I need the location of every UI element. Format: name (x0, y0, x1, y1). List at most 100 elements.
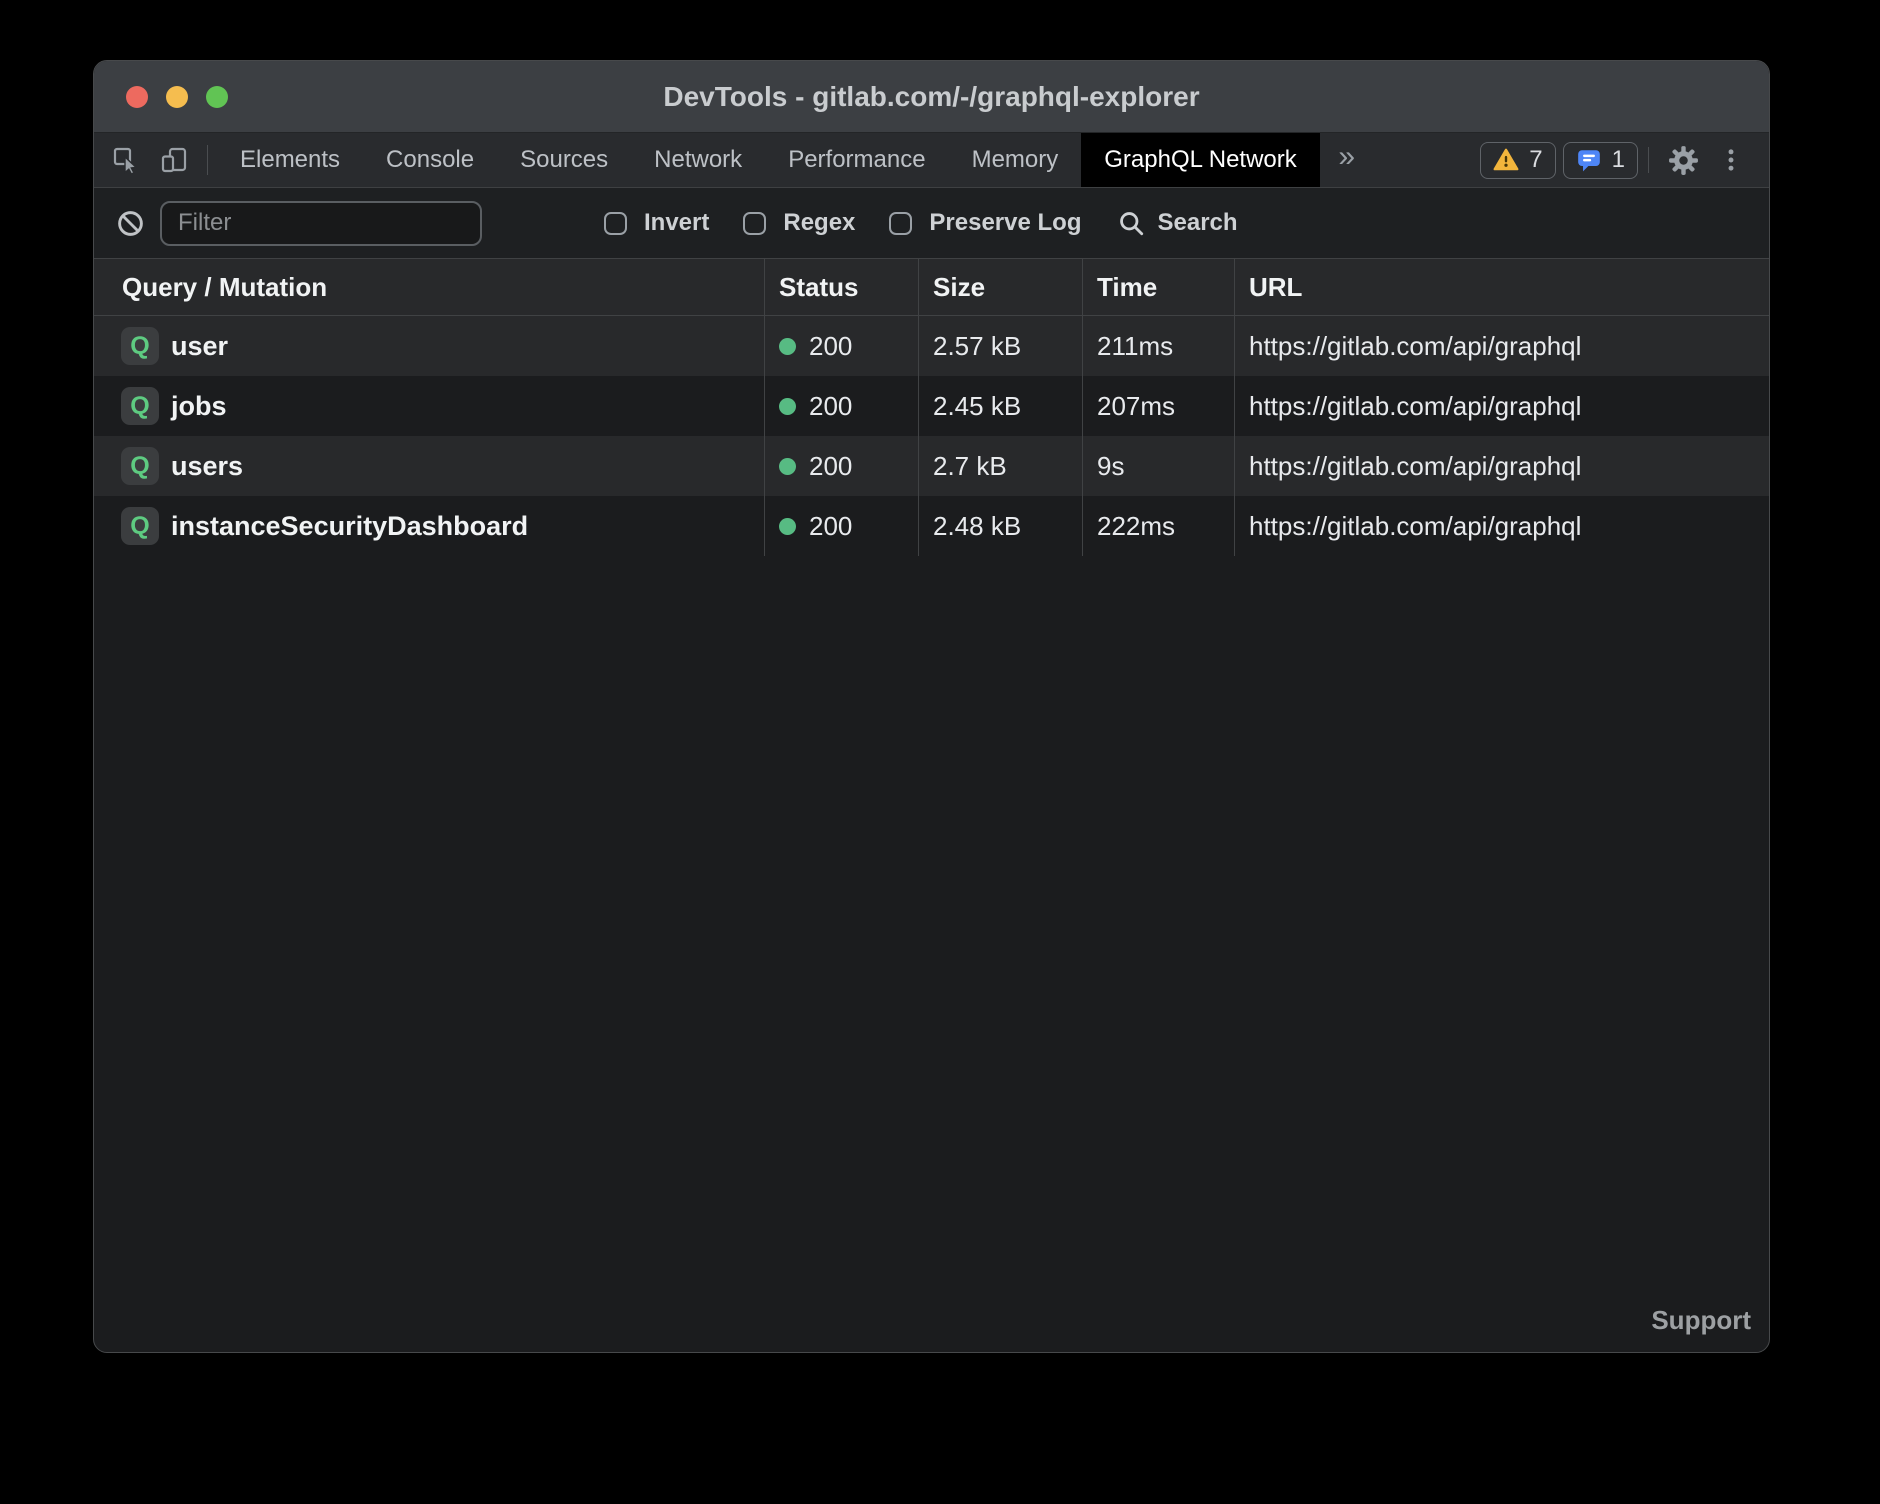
tab-memory[interactable]: Memory (949, 133, 1082, 187)
empty-area (94, 556, 1769, 1300)
column-header-url[interactable]: URL (1234, 259, 1769, 315)
status-cell: 200 (764, 496, 918, 556)
size-cell: 2.48 kB (918, 496, 1082, 556)
query-name-cell: Qjobs (94, 376, 764, 436)
status-code: 200 (809, 391, 852, 422)
status-ok-dot-icon (779, 338, 796, 355)
size-cell: 2.7 kB (918, 436, 1082, 496)
close-window-button[interactable] (126, 86, 148, 108)
size-cell: 2.45 kB (918, 376, 1082, 436)
tab-graphql-network[interactable]: GraphQL Network (1081, 133, 1320, 187)
filter-options: Invert Regex Preserve Log (604, 209, 1081, 237)
tab-console[interactable]: Console (363, 133, 497, 187)
column-header-query-mutation[interactable]: Query / Mutation (94, 259, 764, 315)
url-cell: https://gitlab.com/api/graphql (1234, 496, 1769, 556)
column-header-size[interactable]: Size (918, 259, 1082, 315)
status-ok-dot-icon (779, 398, 796, 415)
vertical-dots-icon (1717, 146, 1745, 174)
status-ok-dot-icon (779, 518, 796, 535)
more-options-button[interactable] (1707, 133, 1755, 187)
zoom-window-button[interactable] (206, 86, 228, 108)
request-row-users[interactable]: Qusers 200 2.7 kB9shttps://gitlab.com/api/… (94, 436, 1769, 496)
devtools-toolbar: ElementsConsoleSourcesNetworkPerformance… (94, 133, 1769, 188)
issues-count: 1 (1612, 146, 1625, 174)
settings-gear-button[interactable] (1659, 133, 1707, 187)
checkbox-regex[interactable]: Regex (743, 209, 855, 237)
devtools-window: DevTools - gitlab.com/-/graphql-explorer… (93, 60, 1770, 1353)
tab-performance[interactable]: Performance (765, 133, 948, 187)
query-name: instanceSecurityDashboard (171, 511, 528, 542)
circle-slash-icon (116, 209, 145, 238)
time-cell: 9s (1082, 436, 1234, 496)
search-button[interactable]: Search (1117, 209, 1237, 237)
search-label: Search (1157, 209, 1237, 237)
url-cell: https://gitlab.com/api/graphql (1234, 316, 1769, 376)
status-ok-dot-icon (779, 458, 796, 475)
inspect-cursor-icon (110, 144, 142, 176)
url-cell: https://gitlab.com/api/graphql (1234, 436, 1769, 496)
status-cell: 200 (764, 376, 918, 436)
status-badges: 7 1 (1480, 133, 1638, 187)
warnings-count: 7 (1529, 146, 1542, 174)
size-cell: 2.57 kB (918, 316, 1082, 376)
tab-network[interactable]: Network (631, 133, 765, 187)
status-code: 200 (809, 331, 852, 362)
support-link[interactable]: Support (1651, 1305, 1751, 1336)
preserve-log-checkbox-label: Preserve Log (929, 209, 1081, 237)
tab-elements[interactable]: Elements (217, 133, 363, 187)
time-cell: 211ms (1082, 316, 1234, 376)
query-name: jobs (171, 391, 227, 422)
filter-bar: Invert Regex Preserve Log Search (94, 188, 1769, 258)
invert-checkbox-box (604, 212, 627, 235)
window-title: DevTools - gitlab.com/-/graphql-explorer (94, 81, 1769, 113)
query-type-badge: Q (121, 507, 159, 545)
query-type-badge: Q (121, 447, 159, 485)
regex-checkbox-label: Regex (783, 209, 855, 237)
tab-sources[interactable]: Sources (497, 133, 631, 187)
column-header-status[interactable]: Status (764, 259, 918, 315)
filter-input[interactable] (160, 201, 482, 246)
warnings-badge[interactable]: 7 (1480, 142, 1555, 179)
status-code: 200 (809, 451, 852, 482)
gear-icon (1667, 144, 1700, 177)
request-row-instancesecuritydashboard[interactable]: QinstanceSecurityDashboard 200 2.48 kB222m… (94, 496, 1769, 556)
query-name-cell: QinstanceSecurityDashboard (94, 496, 764, 556)
time-cell: 222ms (1082, 496, 1234, 556)
query-name: user (171, 331, 228, 362)
inspect-element-button[interactable] (102, 133, 150, 187)
table-body: Quser2002.57 kB211mshttps://gitlab.com/a… (94, 316, 1769, 556)
toolbar-divider (1648, 147, 1649, 173)
time-cell: 207ms (1082, 376, 1234, 436)
issues-badge[interactable]: 1 (1563, 142, 1638, 179)
query-type-badge: Q (121, 387, 159, 425)
request-row-user[interactable]: Quser 200 2.57 kB211mshttps://gitlab.com/a… (94, 316, 1769, 376)
query-type-badge: Q (121, 327, 159, 365)
table-header: Query / MutationStatusSizeTimeURL (94, 258, 1769, 316)
more-tabs-button[interactable]: » (1320, 133, 1374, 187)
status-cell: 200 (764, 316, 918, 376)
status-code: 200 (809, 511, 852, 542)
device-toolbar-button[interactable] (150, 133, 198, 187)
minimize-window-button[interactable] (166, 86, 188, 108)
status-cell: 200 (764, 436, 918, 496)
preserve-log-checkbox-box (889, 212, 912, 235)
toolbar-spacer (1374, 133, 1481, 187)
query-name-cell: Quser (94, 316, 764, 376)
clear-requests-button[interactable] (116, 209, 145, 238)
query-name: users (171, 451, 243, 482)
toolbar-padding (1755, 133, 1769, 187)
regex-checkbox-box (743, 212, 766, 235)
column-header-time[interactable]: Time (1082, 259, 1234, 315)
checkbox-invert[interactable]: Invert (604, 209, 709, 237)
query-name-cell: Qusers (94, 436, 764, 496)
request-row-jobs[interactable]: Qjobs 200 2.45 kB207mshttps://gitlab.com/a… (94, 376, 1769, 436)
message-bubble-icon (1576, 147, 1602, 173)
checkbox-preserve-log[interactable]: Preserve Log (889, 209, 1081, 237)
footer: Support (94, 1300, 1769, 1352)
invert-checkbox-label: Invert (644, 209, 709, 237)
magnifier-icon (1117, 209, 1145, 237)
url-cell: https://gitlab.com/api/graphql (1234, 376, 1769, 436)
panel-tabs: ElementsConsoleSourcesNetworkPerformance… (217, 133, 1320, 187)
traffic-lights (94, 86, 228, 108)
titlebar: DevTools - gitlab.com/-/graphql-explorer (94, 61, 1769, 133)
